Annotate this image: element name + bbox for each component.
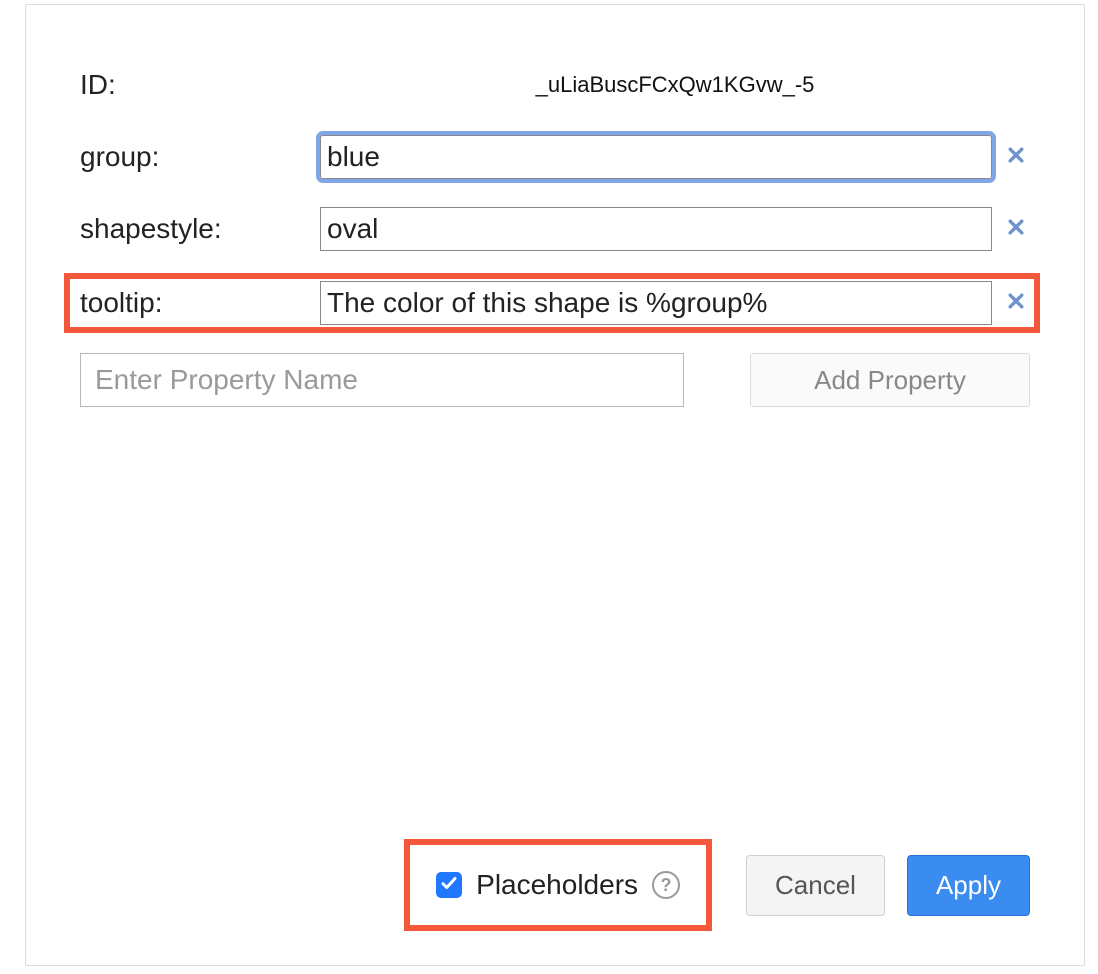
shapestyle-input[interactable] <box>320 207 992 251</box>
delete-shapestyle-button[interactable] <box>1002 215 1030 243</box>
placeholders-checkbox[interactable] <box>436 872 462 898</box>
delete-tooltip-button[interactable] <box>1002 289 1030 317</box>
cancel-button[interactable]: Cancel <box>746 855 885 916</box>
tooltip-input[interactable] <box>320 281 992 325</box>
edit-properties-dialog: ID: _uLiaBuscFCxQw1KGvw_-5 group: shapes… <box>25 4 1085 966</box>
id-row: ID: _uLiaBuscFCxQw1KGvw_-5 <box>80 61 1030 109</box>
add-property-row: Add Property <box>80 353 1030 407</box>
new-property-input[interactable] <box>80 353 684 407</box>
shapestyle-label: shapestyle: <box>80 213 320 245</box>
add-property-button[interactable]: Add Property <box>750 353 1030 407</box>
group-label: group: <box>80 141 320 173</box>
id-value: _uLiaBuscFCxQw1KGvw_-5 <box>536 72 815 98</box>
dialog-footer: Placeholders ? Cancel Apply <box>26 845 1084 925</box>
close-icon <box>1006 291 1026 316</box>
close-icon <box>1006 145 1026 170</box>
apply-button[interactable]: Apply <box>907 855 1030 916</box>
group-row: group: <box>80 133 1030 181</box>
placeholders-group: Placeholders ? <box>410 845 706 925</box>
group-input[interactable] <box>320 135 992 179</box>
delete-group-button[interactable] <box>1002 143 1030 171</box>
help-icon[interactable]: ? <box>652 871 680 899</box>
check-icon <box>440 874 458 897</box>
close-icon <box>1006 217 1026 242</box>
placeholders-label: Placeholders <box>476 869 638 901</box>
shapestyle-row: shapestyle: <box>80 205 1030 253</box>
id-label: ID: <box>80 69 320 101</box>
tooltip-row: tooltip: <box>68 277 1036 329</box>
tooltip-label: tooltip: <box>74 287 320 319</box>
